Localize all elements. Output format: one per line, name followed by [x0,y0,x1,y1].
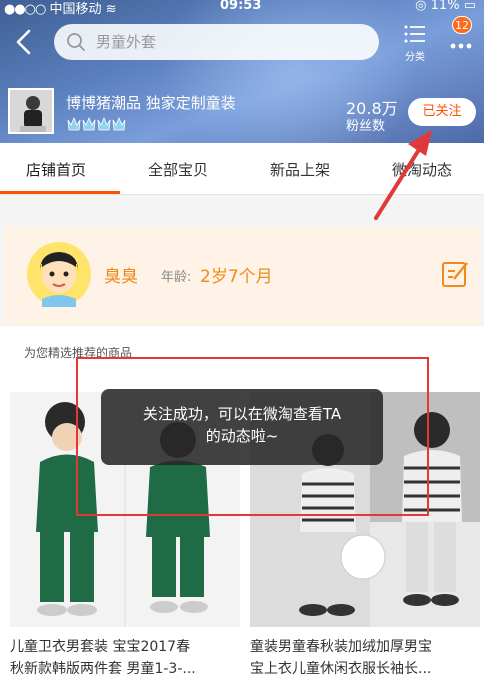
child-profile-card: 臭臭 年龄: 2岁7个月 [4,226,480,326]
product-title-2-line2: 宝上衣儿童休闲衣服长袖长... [250,661,432,677]
lock-rotation-icon: ◎ [415,0,427,13]
fans-label: 粉丝数 [346,119,386,134]
edit-icon[interactable] [440,259,470,289]
shop-avatar-image [10,90,52,132]
category-label: 分类 [405,52,425,63]
tab-weitao-feed[interactable]: 微淘动态 [392,159,452,180]
shop-level-icons [66,116,128,132]
age-value: 2岁7个月 [200,267,273,287]
signal-icon: ●●○○ [4,2,46,17]
active-tab-indicator [0,191,120,194]
wifi-icon: ≋ [105,2,117,17]
crown-rating-icon [67,116,126,131]
shop-avatar[interactable] [8,88,54,134]
battery-percent: 11% [430,0,460,13]
shop-page: ●●○○ 中国移动 ≋ 09:53 ◎ 11% ▭ 分类 12 [0,0,484,694]
product-title-2-line1: 童装男童春秋装加绒加厚男宝 [250,639,432,655]
follow-success-toast: 关注成功，可以在微淘查看TA 的动态啦~ [101,389,383,465]
product-title-1-line1: 儿童卫衣男套装 宝宝2017春 [10,639,191,655]
category-button[interactable]: 分类 [400,24,430,63]
shop-tabs: 店铺首页 全部宝贝 新品上架 微淘动态 [0,143,484,195]
product-title-2[interactable]: 童装男童春秋装加绒加厚男宝 宝上衣儿童休闲衣服长袖长... [250,636,480,680]
product-title-1[interactable]: 儿童卫衣男套装 宝宝2017春 秋新款韩版两件套 男童1-3-... [10,636,240,680]
shop-name: 博博猪潮品 独家定制童装 [66,94,236,112]
tab-new-arrivals[interactable]: 新品上架 [270,159,330,180]
battery-status: ◎ 11% ▭ [415,0,476,13]
status-bar: ●●○○ 中国移动 ≋ 09:53 ◎ 11% ▭ [0,0,484,17]
child-name: 臭臭 [104,267,138,287]
search-bar[interactable] [54,24,379,60]
status-time: 09:53 [220,0,262,13]
shop-header: ●●○○ 中国移动 ≋ 09:53 ◎ 11% ▭ 分类 12 [0,0,484,143]
tab-shop-home[interactable]: 店铺首页 [26,159,86,180]
carrier-status: ●●○○ 中国移动 ≋ [4,0,117,17]
toast-line-2: 的动态啦~ [205,427,279,445]
follow-button[interactable]: 已关注 [408,98,476,126]
product-title-1-line2: 秋新款韩版两件套 男童1-3-... [10,661,196,677]
notification-badge: 12 [452,16,472,34]
age-label: 年龄: [161,270,192,285]
search-input[interactable] [96,33,356,51]
child-avatar-icon [27,242,91,307]
search-icon [67,33,85,51]
list-icon [404,25,425,43]
back-icon[interactable] [12,28,36,56]
battery-icon: ▭ [463,0,476,13]
toast-line-1: 关注成功，可以在微淘查看TA [142,405,342,423]
tab-all-items[interactable]: 全部宝贝 [148,159,208,180]
carrier-label: 中国移动 [49,2,102,17]
